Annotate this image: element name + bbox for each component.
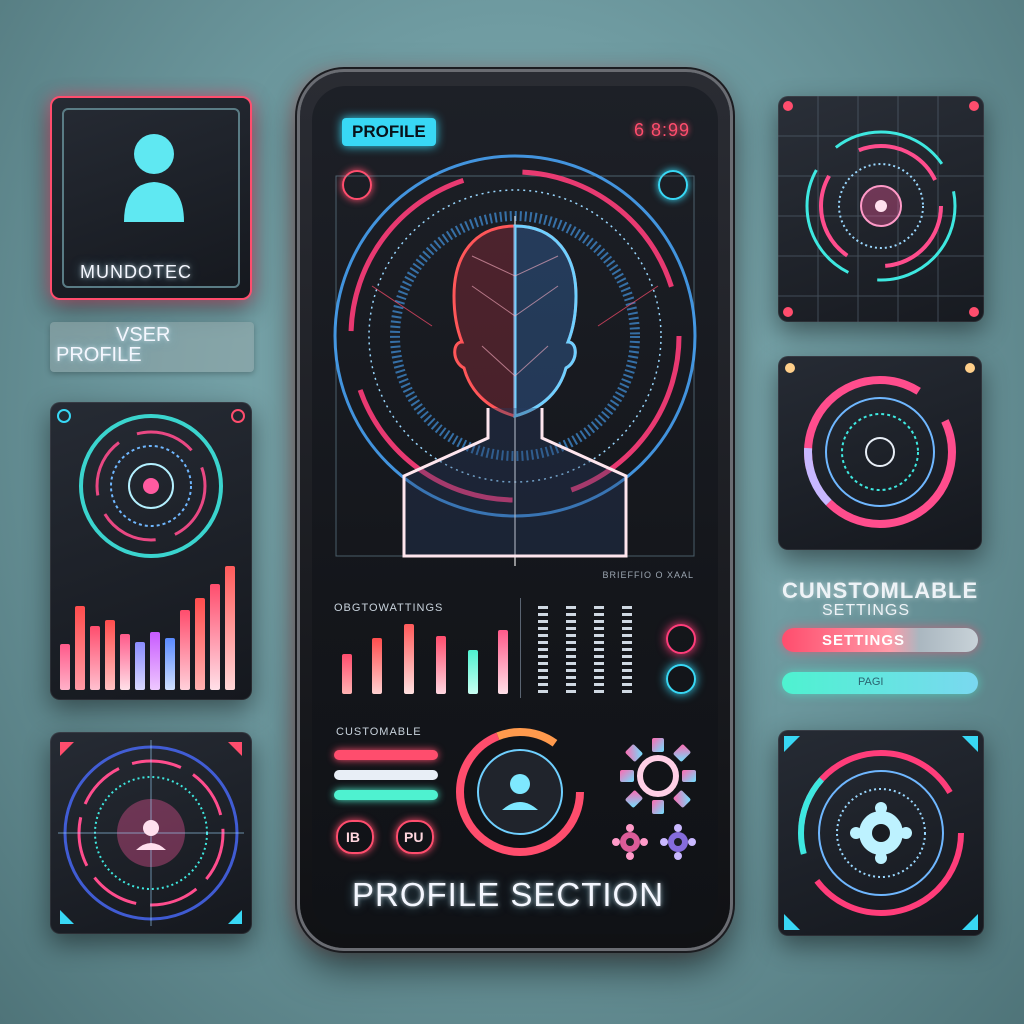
avatar-caption: MUNDOTEC [80, 262, 192, 282]
slider-column[interactable] [538, 606, 648, 698]
setting-bar [404, 624, 414, 694]
ring-card[interactable] [778, 356, 982, 550]
settings-toggle-2[interactable]: PAGI [782, 672, 978, 694]
bar [60, 644, 70, 690]
settings-toggle-1-label: SETTINGS [822, 632, 906, 649]
record-button[interactable] [666, 624, 696, 654]
settings-label: OBGTOWATTINGS [334, 602, 444, 614]
phone-device: PROFILE 6 8:99 BRIEFFIO O XAAL OBGTOWATT… [300, 72, 730, 948]
face-scan-icon [333, 154, 697, 566]
bar [195, 598, 205, 690]
option-pill-2[interactable] [334, 770, 438, 780]
gear-card[interactable] [778, 730, 984, 936]
setting-bar [436, 636, 446, 694]
app-icon-ib-label: IB [346, 829, 360, 845]
grid-radar-icon [778, 96, 984, 322]
bar [75, 606, 85, 690]
bar [105, 620, 115, 690]
avatar-card[interactable]: MUNDOTEC [50, 96, 252, 300]
customizable-label: CUSTOMABLE [336, 726, 422, 738]
divider [520, 598, 521, 698]
profile-badge[interactable]: PROFILE [342, 118, 436, 146]
phone-screen: PROFILE 6 8:99 BRIEFFIO O XAAL OBGTOWATT… [312, 86, 718, 934]
radial-scanner-icon [57, 409, 245, 558]
setting-bar [498, 630, 508, 694]
settings-title-line2: SETTINGS [822, 602, 911, 619]
option-pill-1[interactable] [334, 750, 438, 760]
scanner-card[interactable] [50, 732, 252, 934]
small-gear-icon[interactable] [612, 824, 648, 860]
status-time: 6 8:99 [633, 120, 690, 140]
bar [150, 632, 160, 690]
bar [135, 642, 145, 690]
app-icon-pu[interactable]: PU [396, 820, 434, 854]
bar [225, 566, 235, 690]
settings-toggle-2-label: PAGI [858, 676, 884, 688]
grid-scanner-card[interactable] [778, 96, 984, 322]
user-avatar-icon [124, 134, 184, 222]
setting-bar [372, 638, 382, 694]
bar [120, 634, 130, 690]
code-label: BRIEFFIO O XAAL [602, 570, 694, 580]
setting-bar [342, 654, 352, 694]
small-gear-icon-2[interactable] [660, 824, 696, 860]
bar [165, 638, 175, 690]
gear-icon[interactable] [618, 736, 698, 816]
bar [210, 584, 220, 690]
audio-visualizer-card[interactable] [50, 402, 252, 700]
settings-title-line1: CUNSTOMLABLE [782, 578, 979, 603]
profile-section-title: PROFILE SECTION [352, 876, 665, 913]
app-icon-ib[interactable]: IB [336, 820, 374, 854]
ring-shield-icon [785, 363, 975, 528]
user-profile-line2: PROFILE [56, 344, 142, 366]
option-pill-3[interactable] [334, 790, 438, 800]
settings-toggle-1[interactable]: SETTINGS [782, 628, 978, 652]
target-scan-icon [58, 740, 244, 926]
bar [90, 626, 100, 690]
bar-chart [58, 564, 244, 690]
settings-bars [342, 624, 512, 694]
profile-ring-button[interactable] [454, 726, 586, 858]
bar [180, 610, 190, 690]
setting-bar [468, 650, 478, 694]
user-profile-label: VSER PROFILE [50, 322, 254, 372]
gear-ring-icon [784, 736, 978, 930]
play-button[interactable] [666, 664, 696, 694]
app-icon-pu-label: PU [404, 829, 424, 845]
